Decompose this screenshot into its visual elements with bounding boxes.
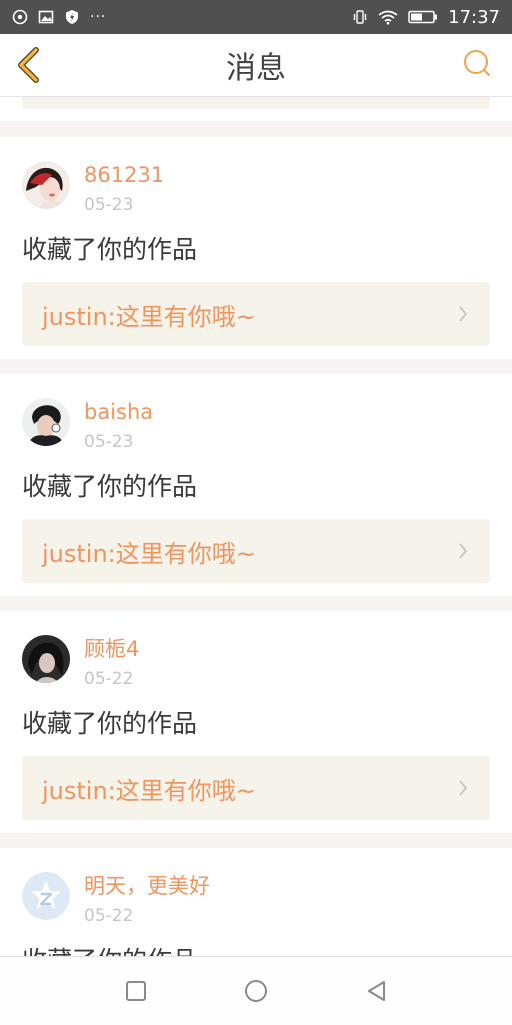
more-dots-icon: ···	[90, 9, 107, 25]
message-list[interactable]: 861231 05-23 收藏了你的作品 justin:这里有你哦~ baish…	[0, 97, 512, 956]
avatar[interactable]	[22, 398, 70, 446]
square-recent-icon	[126, 981, 146, 1001]
avatar[interactable]	[22, 872, 70, 920]
chevron-right-icon	[456, 541, 470, 561]
home-button[interactable]	[242, 977, 270, 1005]
quoted-work-text: justin:这里有你哦~	[42, 302, 256, 331]
message-action: 收藏了你的作品	[22, 472, 198, 501]
message-action: 收藏了你的作品	[22, 235, 198, 264]
image-icon	[38, 9, 54, 25]
username[interactable]: 明天，更美好	[84, 872, 210, 900]
page-title: 消息	[226, 51, 286, 86]
status-bar: ··· 17:37	[0, 0, 512, 34]
status-time: 17:37	[448, 6, 500, 28]
message-card[interactable]: 明天，更美好 05-22 收藏了你的作品	[0, 848, 512, 956]
previous-quote-box	[22, 97, 490, 109]
circle-home-icon	[245, 980, 267, 1002]
search-button[interactable]	[460, 46, 494, 80]
message-card[interactable]: 861231 05-23 收藏了你的作品 justin:这里有你哦~	[0, 137, 512, 359]
quoted-work-text: justin:这里有你哦~	[42, 776, 256, 805]
username[interactable]: 顾栀4	[84, 635, 139, 663]
shield-icon	[64, 9, 80, 25]
quoted-work[interactable]: justin:这里有你哦~	[22, 756, 490, 820]
quoted-work[interactable]: justin:这里有你哦~	[22, 519, 490, 583]
chevron-left-icon	[18, 47, 39, 83]
chevron-right-icon	[456, 304, 470, 324]
quoted-work[interactable]: justin:这里有你哦~	[22, 282, 490, 346]
triangle-back-icon	[368, 981, 385, 1001]
recent-apps-button[interactable]	[122, 977, 150, 1005]
avatar[interactable]	[22, 635, 70, 683]
vibrate-icon	[352, 9, 368, 25]
chevron-right-icon	[456, 778, 470, 798]
quoted-work-text: justin:这里有你哦~	[42, 539, 256, 568]
message-date: 05-22	[84, 906, 134, 926]
message-action: 收藏了你的作品	[22, 709, 198, 738]
username[interactable]: 861231	[84, 161, 164, 189]
username[interactable]: baisha	[84, 398, 153, 426]
back-button[interactable]	[10, 44, 48, 86]
previous-card-stub	[0, 97, 512, 121]
message-action: 收藏了你的作品	[22, 944, 197, 956]
message-date: 05-22	[84, 669, 134, 689]
battery-icon	[408, 9, 438, 25]
message-card[interactable]: baisha 05-23 收藏了你的作品 justin:这里有你哦~	[0, 374, 512, 596]
wifi-icon	[378, 9, 398, 25]
status-right-icons: 17:37	[352, 7, 500, 28]
message-date: 05-23	[84, 195, 134, 215]
system-nav-bar	[0, 956, 512, 1025]
sync-circle-icon	[12, 9, 28, 25]
header-bar: 消息	[0, 34, 512, 97]
avatar[interactable]	[22, 161, 70, 209]
search-icon	[464, 50, 490, 76]
message-date: 05-23	[84, 432, 134, 452]
message-card[interactable]: 顾栀4 05-22 收藏了你的作品 justin:这里有你哦~	[0, 611, 512, 833]
system-back-button[interactable]	[362, 977, 390, 1005]
status-left-icons: ···	[12, 9, 106, 25]
